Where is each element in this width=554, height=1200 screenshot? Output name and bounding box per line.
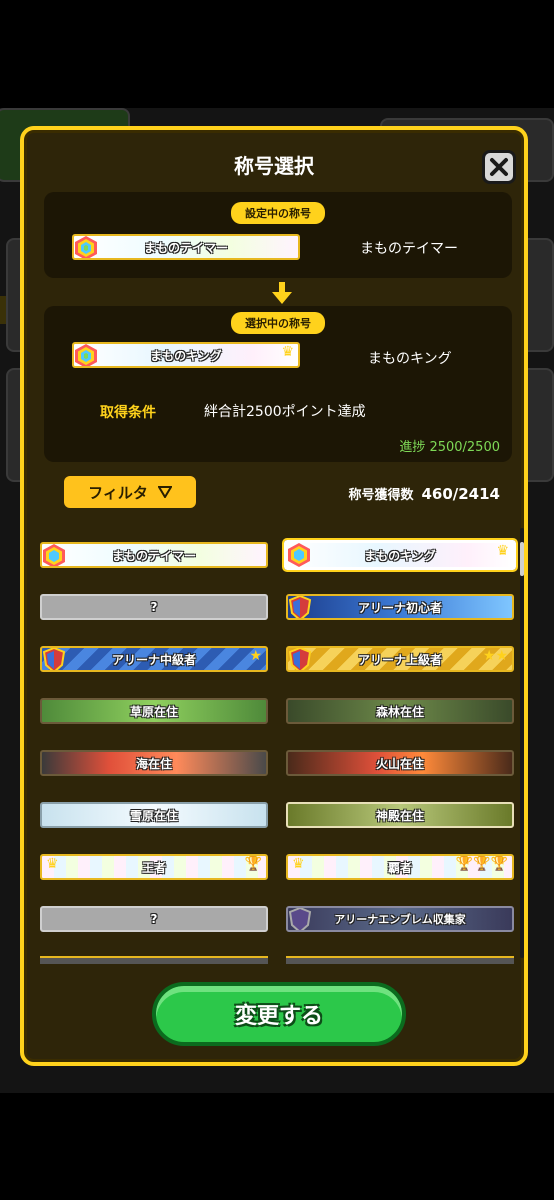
crown-icon: ♛ (292, 856, 305, 872)
title-item-text: 火山在住 (375, 756, 424, 771)
title-item[interactable]: 雪原在住 (40, 802, 268, 828)
trophy-icon: 🏆 (244, 856, 262, 872)
title-item[interactable]: アリーナ上級者 ★★ (286, 646, 514, 672)
title-item-text: アリーナエンブレム収集家 (334, 913, 466, 926)
title-item-text: まものキング (364, 548, 436, 563)
title-item-text: 王者 (141, 860, 166, 875)
progress-text: 進捗 2500/2500 (399, 440, 500, 455)
rainbow-emblem-icon (288, 543, 310, 567)
crown-icon: ♛ (496, 543, 509, 559)
current-title-panel: 設定中の称号 まものテイマー まものテイマー (44, 192, 512, 278)
title-item-text: 神殿在住 (375, 808, 424, 823)
title-item-text: ? (150, 600, 158, 614)
scrollbar[interactable] (520, 528, 524, 958)
title-item[interactable]: アリーナエンブレム収集家 (286, 906, 514, 932)
title-item-partial (40, 956, 268, 964)
chevron-down-icon (157, 486, 172, 498)
title-item[interactable]: 神殿在住 (286, 802, 514, 828)
title-item-locked[interactable]: ? (40, 906, 268, 932)
title-item-text: 草原在住 (129, 704, 178, 719)
count-label: 称号獲得数 (348, 488, 414, 503)
title-count: 称号獲得数 460/2414 (348, 484, 500, 503)
rainbow-emblem-icon (75, 344, 97, 366)
close-icon (490, 158, 508, 176)
rainbow-emblem-icon (75, 236, 97, 258)
change-button[interactable]: 変更する (152, 982, 406, 1046)
selected-title-name: まものキング (368, 351, 452, 367)
title-item-text: アリーナ中級者 (111, 652, 196, 667)
shield-icon (288, 908, 312, 930)
filter-dropdown[interactable]: フィルタ (64, 476, 196, 508)
title-item-text: まものテイマー (111, 548, 196, 563)
title-item-text: 森林在住 (375, 704, 424, 719)
title-item-text: 海在住 (135, 756, 172, 771)
condition-text: 絆合計2500ポイント達成 (204, 404, 366, 420)
dialog-title: 称号選択 (234, 154, 314, 178)
selected-title-plate-text: まものキング (150, 348, 222, 363)
current-title-plate: まものテイマー (72, 234, 300, 260)
title-item-text: 覇者 (387, 860, 412, 875)
selected-title-panel: 選択中の称号 まものキング ♛ まものキング 取得条件 絆合計2500ポイント達… (44, 306, 512, 462)
title-item-locked[interactable]: ? (40, 594, 268, 620)
title-select-dialog: 称号選択 設定中の称号 まものテイマー まものテイマー 選択中の称号 まものキン… (20, 126, 528, 1066)
close-button[interactable] (482, 150, 516, 184)
down-arrow-icon (272, 282, 292, 304)
title-item-text: ? (150, 912, 158, 926)
title-item-selected[interactable]: まものキング ♛ (282, 538, 518, 572)
current-title-plate-text: まものテイマー (143, 240, 228, 255)
shield-icon (288, 596, 312, 618)
crown-icon: ♛ (281, 344, 294, 360)
title-item[interactable]: アリーナ初心者 (286, 594, 514, 620)
title-item[interactable]: ♛ 覇者 🏆🏆🏆 (286, 854, 514, 880)
title-item[interactable]: 火山在住 (286, 750, 514, 776)
title-item[interactable]: 海在住 (40, 750, 268, 776)
star-icon: ★★ (482, 648, 508, 664)
condition-label: 取得条件 (100, 405, 156, 421)
selected-title-pill: 選択中の称号 (231, 312, 325, 334)
star-icon: ★ (249, 648, 262, 664)
selected-title-plate: まものキング ♛ (72, 342, 300, 368)
filter-label: フィルタ (88, 483, 148, 502)
shield-icon (288, 648, 312, 670)
shield-icon (42, 648, 66, 670)
rainbow-emblem-icon (43, 544, 65, 566)
title-item[interactable]: まものテイマー (40, 542, 268, 568)
count-value: 460/2414 (421, 485, 500, 503)
title-item[interactable]: 草原在住 (40, 698, 268, 724)
title-item-text: 雪原在住 (129, 808, 178, 823)
title-item-partial (286, 956, 514, 964)
current-title-pill: 設定中の称号 (231, 202, 325, 224)
title-item[interactable]: アリーナ中級者 ★ (40, 646, 268, 672)
title-item-text: アリーナ初心者 (357, 600, 442, 615)
trophy-icon: 🏆🏆🏆 (455, 856, 508, 872)
title-item-text: アリーナ上級者 (357, 652, 442, 667)
current-title-name: まものテイマー (360, 241, 458, 257)
title-item[interactable]: 森林在住 (286, 698, 514, 724)
scroll-thumb[interactable] (520, 542, 524, 576)
crown-icon: ♛ (46, 856, 59, 872)
title-item[interactable]: ♛ 王者 🏆 (40, 854, 268, 880)
